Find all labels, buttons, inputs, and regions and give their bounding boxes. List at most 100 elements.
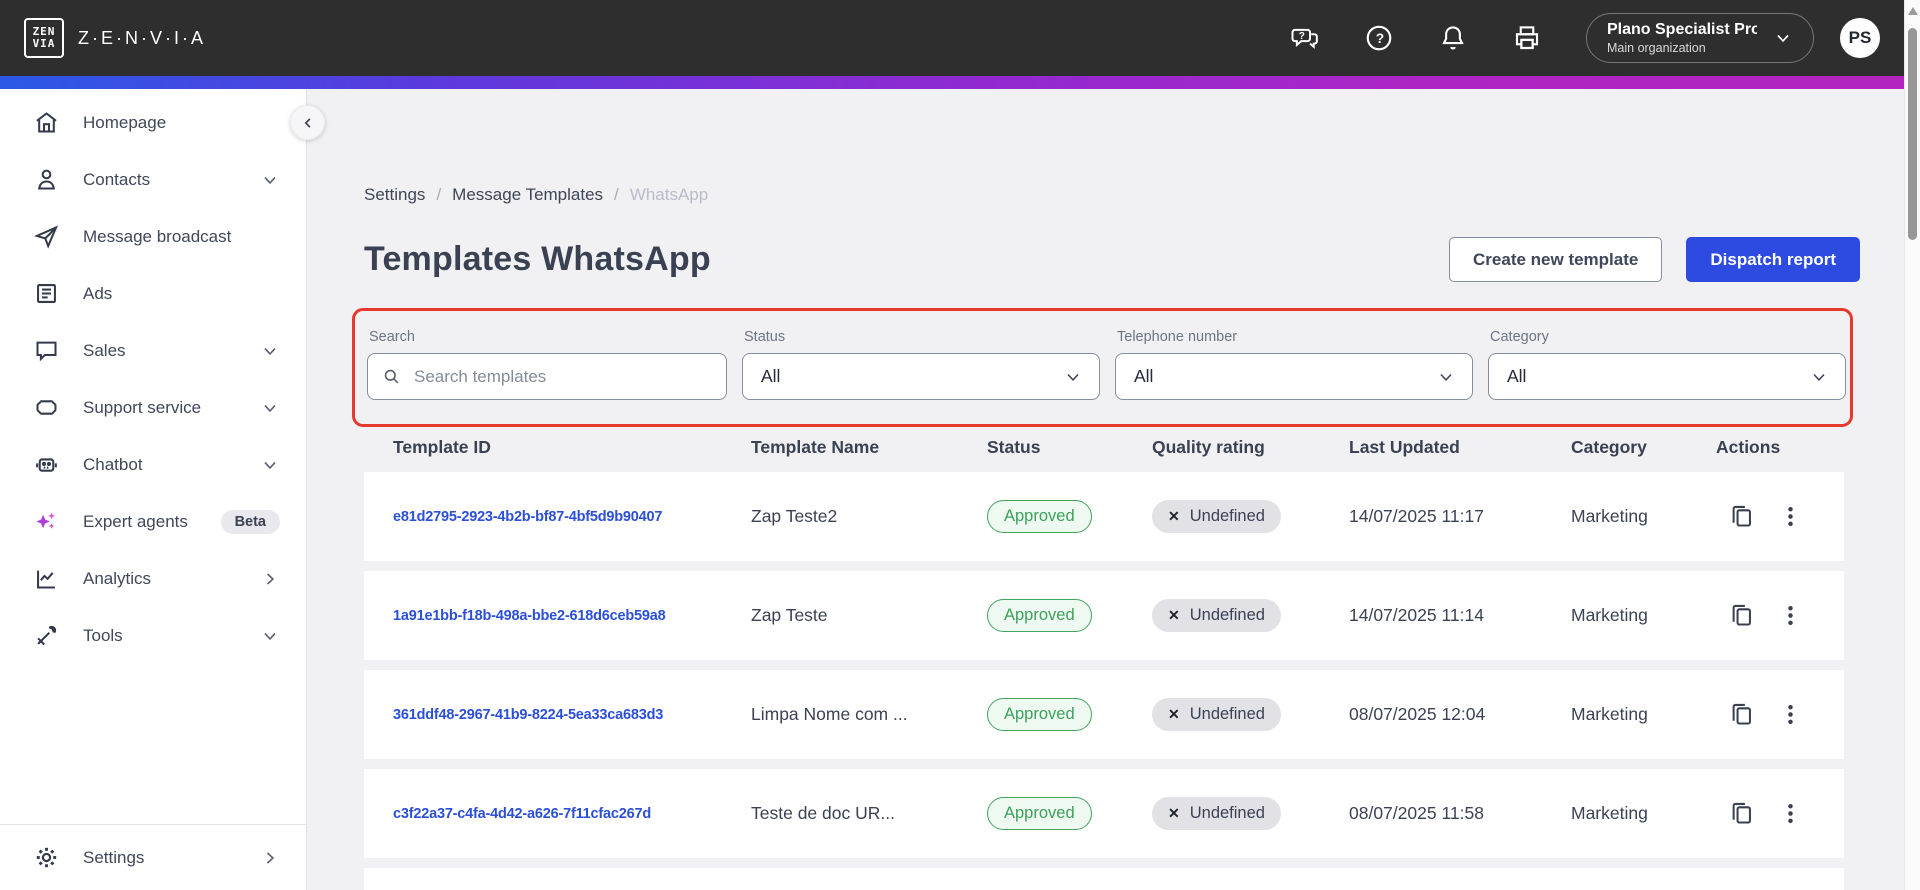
create-new-template-button[interactable]: Create new template: [1449, 237, 1663, 282]
breadcrumb: Settings / Message Templates / WhatsApp: [364, 185, 1920, 205]
status-badge-label: Approved: [1004, 705, 1075, 723]
sidebar-item-label: Ads: [83, 283, 113, 303]
quality-rating-label: Undefined: [1189, 705, 1265, 723]
gear-icon: [36, 847, 57, 868]
template-id-link[interactable]: 1a91e1bb-f18b-498a-bbe2-618d6ceb59a8: [393, 608, 751, 624]
notifications-bell-icon[interactable]: [1438, 23, 1468, 53]
filters-highlight-annotation: Search Status All Telephone number: [352, 308, 1853, 427]
last-updated: 08/07/2025 11:58: [1349, 803, 1484, 823]
status-badge-label: Approved: [1004, 507, 1075, 525]
sidebar-item-label: Homepage: [83, 112, 167, 132]
telephone-filter-label: Telephone number: [1117, 329, 1238, 345]
dispatch-report-button[interactable]: Dispatch report: [1686, 237, 1860, 282]
sidebar-item-label: Message broadcast: [83, 226, 232, 246]
organization-name: Plano Specialist Pro...: [1607, 21, 1757, 38]
quality-rating-badge: ✕ Undefined: [1152, 698, 1281, 731]
page-title: Templates WhatsApp: [364, 240, 711, 278]
template-id-link[interactable]: e81d2795-2923-4b2b-bf87-4bf5d9b90407: [393, 509, 751, 525]
avatar-initials: PS: [1848, 28, 1872, 47]
status-badge: Approved: [987, 698, 1092, 731]
sidebar-collapse-button[interactable]: [290, 105, 325, 140]
copy-icon[interactable]: [1728, 800, 1755, 827]
template-name: Zap Teste: [751, 605, 828, 625]
svg-text:?: ?: [1376, 31, 1384, 46]
sidebar-item-ads[interactable]: Ads: [0, 265, 306, 322]
quality-rating-badge: ✕ Undefined: [1152, 599, 1281, 632]
category: Marketing: [1571, 704, 1648, 724]
quality-rating-badge: ✕ Undefined: [1152, 500, 1281, 533]
quality-rating-label: Undefined: [1189, 804, 1265, 822]
copy-icon[interactable]: [1728, 602, 1755, 629]
chevron-down-icon: [264, 461, 276, 469]
copy-icon[interactable]: [1728, 701, 1755, 728]
chevron-down-icon: [264, 632, 276, 640]
table-row: c3f22a37-c4fa-4d42-a626-7f11cfac267d Tes…: [364, 769, 1844, 858]
breadcrumb-whatsapp: WhatsApp: [629, 185, 709, 204]
top-bar: ZEN VIA Z·E·N·V·I·A ? ? Plano Specialist…: [0, 0, 1920, 76]
sidebar-item-chatbot[interactable]: Chatbot: [0, 436, 306, 493]
sidebar-item-label: Contacts: [83, 169, 151, 189]
analytics-icon: [37, 570, 55, 589]
user-avatar[interactable]: PS: [1840, 18, 1880, 58]
chevron-down-icon: [1777, 34, 1789, 43]
sidebar-item-contacts[interactable]: Contacts: [0, 151, 306, 208]
support-chat-icon[interactable]: ?: [1290, 23, 1320, 53]
chevron-down-icon: [1440, 373, 1452, 381]
contacts-icon: [38, 169, 55, 190]
last-updated: 14/07/2025 11:14: [1349, 605, 1484, 625]
table-row: [364, 868, 1844, 890]
quality-rating-badge: ✕ Undefined: [1152, 797, 1281, 830]
sidebar: Homepage Contacts Message broadcast Ads …: [0, 89, 325, 890]
kebab-menu-icon[interactable]: [1777, 800, 1804, 827]
breadcrumb-settings[interactable]: Settings: [364, 185, 425, 205]
template-id-link[interactable]: c3f22a37-c4fa-4d42-a626-7f11cfac267d: [393, 806, 751, 822]
sidebar-item-settings[interactable]: Settings: [0, 828, 306, 887]
status-filter-select[interactable]: All: [742, 353, 1100, 400]
tools-icon: [37, 625, 57, 646]
printer-icon[interactable]: [1512, 23, 1542, 53]
category: Marketing: [1571, 605, 1648, 625]
breadcrumb-message-templates[interactable]: Message Templates: [452, 185, 603, 205]
help-icon[interactable]: ?: [1364, 23, 1394, 53]
sidebar-item-expert-agents[interactable]: Expert agents Beta: [0, 493, 306, 550]
chevron-down-icon: [1813, 373, 1825, 381]
template-name: Zap Teste2: [751, 506, 838, 526]
chevron-left-icon: [304, 117, 310, 128]
sidebar-item-message-broadcast[interactable]: Message broadcast: [0, 208, 306, 265]
page-scrollbar[interactable]: [1904, 0, 1920, 890]
zenvia-logo[interactable]: ZEN VIA Z·E·N·V·I·A: [24, 18, 206, 58]
organization-selector[interactable]: Plano Specialist Pro... Main organizatio…: [1586, 13, 1814, 63]
scrollbar-thumb[interactable]: [1908, 28, 1917, 240]
kebab-menu-icon[interactable]: [1777, 701, 1804, 728]
quality-rating-label: Undefined: [1189, 507, 1265, 525]
home-icon: [36, 112, 57, 133]
sidebar-item-homepage[interactable]: Homepage: [0, 94, 306, 151]
x-icon: ✕: [1168, 805, 1180, 821]
category-filter-value: All: [1507, 366, 1527, 386]
category-filter-select[interactable]: All: [1488, 353, 1846, 400]
kebab-menu-icon[interactable]: [1777, 602, 1804, 629]
scrollbar-up-arrow[interactable]: [1907, 7, 1918, 15]
sidebar-item-support-service[interactable]: Support service: [0, 379, 306, 436]
breadcrumb-separator: /: [614, 185, 619, 204]
brand-gradient-bar: [0, 76, 1920, 89]
kebab-menu-icon[interactable]: [1777, 503, 1804, 530]
sidebar-item-label: Chatbot: [83, 454, 143, 474]
template-id-link[interactable]: 361ddf48-2967-41b9-8224-5ea33ca683d3: [393, 707, 751, 723]
chevron-down-icon: [264, 176, 276, 184]
sidebar-item-label: Analytics: [83, 568, 152, 588]
column-header-actions: Actions: [1716, 437, 1781, 457]
template-name: Teste de doc UR...: [751, 803, 895, 823]
send-icon: [34, 225, 58, 249]
sidebar-item-sales[interactable]: Sales: [0, 322, 306, 379]
sidebar-item-analytics[interactable]: Analytics: [0, 550, 306, 607]
telephone-filter-select[interactable]: All: [1115, 353, 1473, 400]
sidebar-item-tools[interactable]: Tools: [0, 607, 306, 664]
last-updated: 08/07/2025 12:04: [1349, 704, 1486, 724]
copy-icon[interactable]: [1728, 503, 1755, 530]
column-header-quality-rating: Quality rating: [1152, 437, 1265, 457]
sidebar-item-label: Expert agents: [83, 511, 188, 531]
breadcrumb-separator: /: [436, 185, 442, 204]
search-input[interactable]: [412, 365, 712, 388]
status-badge: Approved: [987, 797, 1092, 830]
